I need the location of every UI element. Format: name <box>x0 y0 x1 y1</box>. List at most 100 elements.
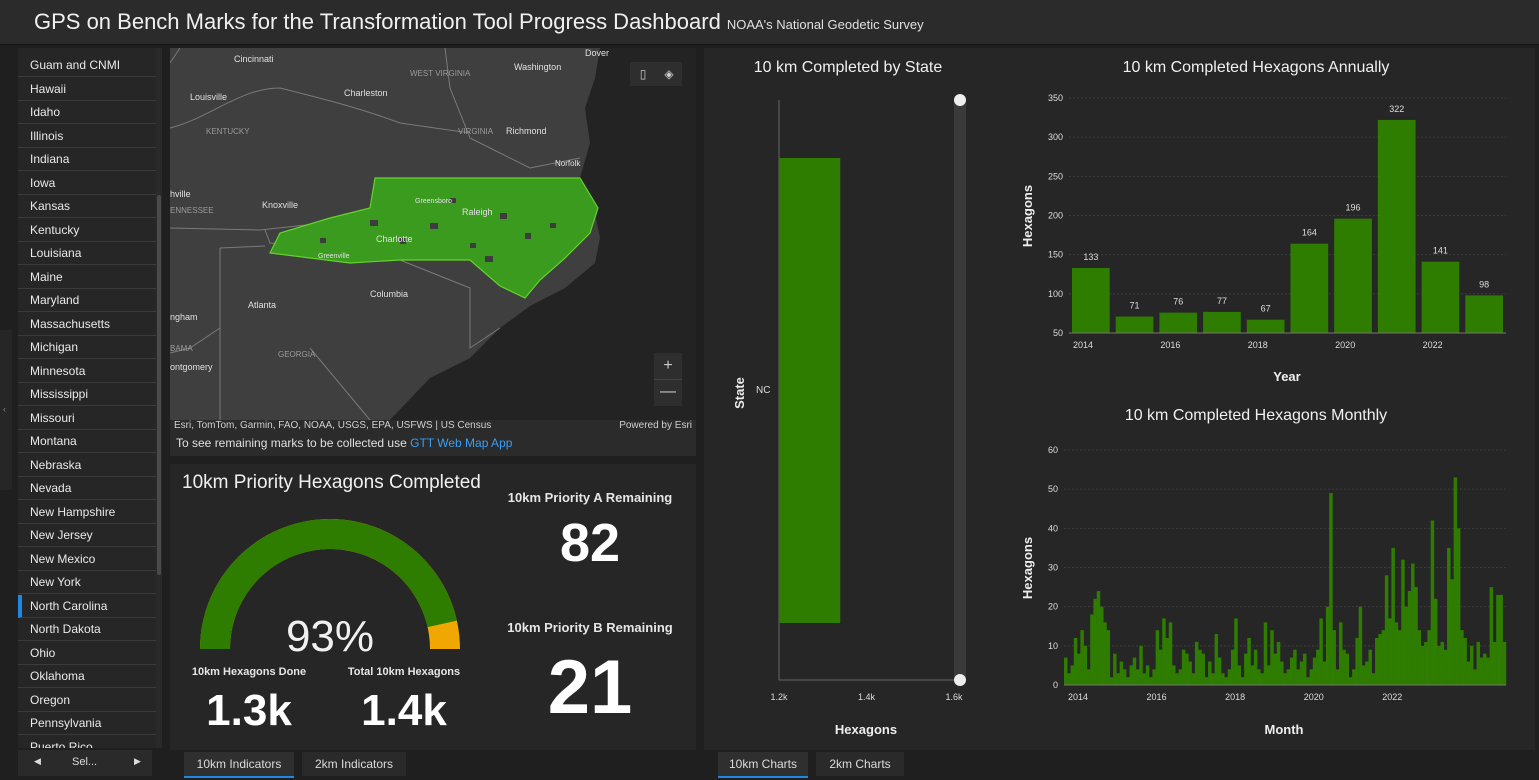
annual-y-tick: 350 <box>1048 93 1063 103</box>
sidebar-item-kansas[interactable]: Kansas <box>18 195 156 218</box>
sidebar-item-new-jersey[interactable]: New Jersey <box>18 524 156 547</box>
map-label-columbia: Columbia <box>370 289 408 299</box>
scroll-handle-top-icon[interactable] <box>954 94 966 106</box>
sidebar-item-iowa[interactable]: Iowa <box>18 172 156 195</box>
sidebar-item-montana[interactable]: Montana <box>18 430 156 453</box>
map-label-alabama: BAMA <box>170 344 193 353</box>
bookmark-icon[interactable]: ▯ <box>630 62 656 86</box>
monthly-bar <box>1420 645 1425 685</box>
sidebar-item-north-carolina[interactable]: North Carolina <box>18 594 156 618</box>
tab-10km-indicators[interactable]: 10km Indicators <box>184 752 294 778</box>
monthly-bar <box>1086 669 1091 685</box>
monthly-bar <box>1296 669 1300 685</box>
sidebar-item-idaho[interactable]: Idaho <box>18 101 156 124</box>
remaining-marks-text: To see remaining marks to be collected u… <box>176 436 512 450</box>
dashboard-title: GPS on Bench Marks for the Transformatio… <box>34 9 924 35</box>
next-arrow-icon[interactable]: ▶ <box>134 756 141 767</box>
sidebar-item-mississippi[interactable]: Mississippi <box>18 383 156 406</box>
sidebar-item-michigan[interactable]: Michigan <box>18 336 156 359</box>
monthly-bar <box>1080 630 1084 685</box>
monthly-bar <box>1322 661 1327 685</box>
sidebar-item-oregon[interactable]: Oregon <box>18 689 156 712</box>
prev-arrow-icon[interactable]: ◀ <box>34 756 41 767</box>
annual-bar <box>1290 243 1329 333</box>
sidebar-item-minnesota[interactable]: Minnesota <box>18 360 156 383</box>
tab-2km-charts[interactable]: 2km Charts <box>816 752 904 776</box>
sidebar-item-maine[interactable]: Maine <box>18 266 156 289</box>
sidebar-item-new-york[interactable]: New York <box>18 571 156 594</box>
sidebar-item-new-hampshire[interactable]: New Hampshire <box>18 501 156 524</box>
chevron-left-icon[interactable]: ‹ <box>3 404 6 414</box>
state-x-tick: 1.4k <box>858 692 876 702</box>
sidebar-item-kentucky[interactable]: Kentucky <box>18 219 156 242</box>
scrollbar-thumb[interactable] <box>157 195 161 575</box>
map-label-knoxville: Knoxville <box>262 200 298 210</box>
annual-xlabel: Year <box>1273 369 1300 384</box>
map-view[interactable]: Cincinnati Washington Dover Charleston L… <box>170 48 696 420</box>
zoom-out-button[interactable]: — <box>654 380 682 406</box>
annual-ylabel: Hexagons <box>1020 185 1035 247</box>
map-label-atlanta: Atlanta <box>248 300 276 310</box>
zoom-in-button[interactable]: + <box>654 353 682 380</box>
basemap[interactable]: Cincinnati Washington Dover Charleston L… <box>170 48 696 420</box>
sidebar-item-pennsylvania[interactable]: Pennsylvania <box>18 712 156 735</box>
monthly-bar <box>1479 657 1484 685</box>
monthly-bar <box>1378 634 1382 685</box>
tab-10km-charts[interactable]: 10km Charts <box>718 752 808 778</box>
monthly-bar <box>1401 559 1405 685</box>
sidebar-item-puerto-rico[interactable]: Puerto Rico <box>18 736 156 749</box>
state-category-label: NC <box>756 385 770 396</box>
monthly-bar <box>1093 598 1097 685</box>
state-chart-scroll-track[interactable] <box>954 100 966 680</box>
tab-2km-indicators[interactable]: 2km Indicators <box>302 752 406 776</box>
annual-x-tick: 2022 <box>1423 340 1443 350</box>
annual-x-tick: 2020 <box>1335 340 1355 350</box>
state-x-tick: 1.2k <box>770 692 788 702</box>
powered-by-esri[interactable]: Powered by Esri <box>619 420 692 431</box>
map-label-montgomery: ontgomery <box>170 362 213 372</box>
monthly-bar <box>1266 665 1271 685</box>
monthly-bar <box>1116 673 1120 685</box>
priority-b-value: 21 <box>547 645 633 730</box>
monthly-ylabel: Hexagons <box>1020 537 1035 599</box>
sidebar-collapse-handle[interactable]: ‹ <box>0 330 12 490</box>
monthly-y-tick: 60 <box>1048 445 1058 455</box>
sidebar-item-guam-and-cnmi[interactable]: Guam and CNMI <box>18 54 156 77</box>
sidebar-item-maryland[interactable]: Maryland <box>18 289 156 312</box>
sidebar-item-nebraska[interactable]: Nebraska <box>18 454 156 477</box>
sidebar-item-hawaii[interactable]: Hawaii <box>18 78 156 101</box>
monthly-bar <box>1345 653 1350 685</box>
scroll-handle-bottom-icon[interactable] <box>954 674 966 686</box>
layers-icon[interactable]: ◈ <box>656 62 682 86</box>
sidebar-item-north-dakota[interactable]: North Dakota <box>18 618 156 641</box>
monthly-y-tick: 40 <box>1048 523 1058 533</box>
priority-a-label: 10km Priority A Remaining <box>507 490 673 505</box>
map-label-norfolk: Norfolk <box>555 159 581 168</box>
annual-y-tick: 300 <box>1048 132 1063 142</box>
state-list[interactable]: Guam and CNMI Hawaii Idaho Illinois Indiana I… <box>18 48 156 748</box>
sidebar-item-missouri[interactable]: Missouri <box>18 407 156 430</box>
sidebar-item-louisiana[interactable]: Louisiana <box>18 242 156 265</box>
annual-bar <box>1115 316 1154 333</box>
map-label-virginia: VIRGINIA <box>458 127 494 136</box>
sidebar-item-nevada[interactable]: Nevada <box>18 477 156 500</box>
sidebar-item-oklahoma[interactable]: Oklahoma <box>18 665 156 688</box>
total-label: Total 10km Hexagons <box>347 666 461 678</box>
sidebar-item-illinois[interactable]: Illinois <box>18 125 156 148</box>
priority-b-label: 10km Priority B Remaining <box>507 620 673 635</box>
sidebar-item-ohio[interactable]: Ohio <box>18 642 156 665</box>
monthly-bar <box>1502 641 1507 685</box>
monthly-bar <box>1145 665 1150 685</box>
done-value: 1.3k <box>206 686 292 735</box>
monthly-bar <box>1335 669 1340 685</box>
monthly-bar <box>1293 649 1297 685</box>
gtt-web-map-link[interactable]: GTT Web Map App <box>410 436 512 450</box>
monthly-bar <box>1263 622 1268 685</box>
monthly-bar <box>1122 669 1127 685</box>
sidebar-item-indiana[interactable]: Indiana <box>18 148 156 171</box>
sidebar-item-massachusetts[interactable]: Massachusetts <box>18 313 156 336</box>
sidebar-item-new-mexico[interactable]: New Mexico <box>18 548 156 571</box>
annual-y-tick: 100 <box>1048 289 1063 299</box>
monthly-bar <box>1194 641 1199 685</box>
gauge-title: 10km Priority Hexagons Completed <box>182 472 481 493</box>
